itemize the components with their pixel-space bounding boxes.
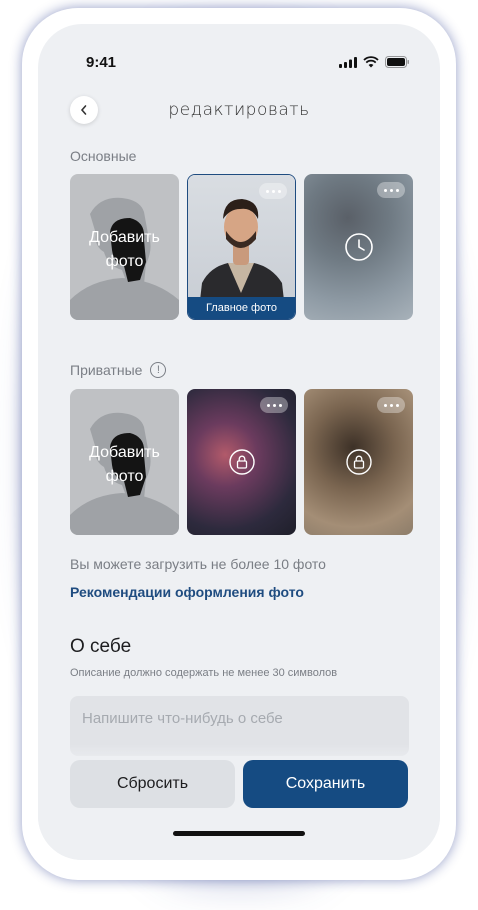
page-title: редактировать bbox=[168, 100, 310, 120]
header: редактировать bbox=[38, 94, 440, 134]
about-hint: Описание должно содержать не менее 30 си… bbox=[70, 667, 338, 679]
clock-icon bbox=[344, 233, 373, 261]
signal-icon bbox=[339, 56, 357, 68]
main-photo-badge: Главное фото bbox=[188, 297, 295, 319]
main-section-title: Основные bbox=[70, 148, 137, 164]
add-photo-label: Добавить фото bbox=[89, 229, 160, 270]
lock-icon bbox=[345, 449, 372, 475]
bottom-action-bar: Сбросить Сохранить bbox=[38, 744, 440, 860]
main-section-label: Основные bbox=[70, 148, 136, 164]
status-icons bbox=[339, 56, 410, 68]
private-photo-1-more-button[interactable] bbox=[260, 397, 288, 413]
add-main-photo-tile[interactable]: Добавить фото bbox=[70, 174, 179, 320]
pending-photo-more-button[interactable] bbox=[377, 182, 405, 198]
reset-button[interactable]: Сбросить bbox=[70, 760, 235, 808]
private-photos-row: Добавить фото bbox=[70, 389, 413, 535]
main-photos-row: Добавить фото Главное фото bbox=[70, 174, 413, 320]
save-button[interactable]: Сохранить bbox=[243, 760, 408, 808]
status-time: 9:41 bbox=[86, 54, 117, 71]
photo-limit-text: Вы можете загрузить не более 10 фото bbox=[70, 556, 326, 572]
info-icon[interactable]: ! bbox=[150, 362, 167, 378]
battery-icon bbox=[385, 56, 409, 68]
private-section-label: Приватные ! bbox=[70, 362, 167, 378]
lock-icon bbox=[228, 449, 255, 475]
private-section-title: Приватные bbox=[70, 362, 143, 378]
app-screen: 9:41 редактировать Основные Добавить фот… bbox=[38, 24, 440, 860]
private-photo-tile-2[interactable] bbox=[304, 389, 413, 535]
pending-photo-tile[interactable] bbox=[304, 174, 413, 320]
add-private-photo-tile[interactable]: Добавить фото bbox=[70, 389, 179, 535]
main-photo-more-button[interactable] bbox=[259, 183, 287, 199]
wifi-icon bbox=[363, 56, 379, 68]
add-photo-label: Добавить фото bbox=[89, 444, 160, 485]
private-photo-2-more-button[interactable] bbox=[377, 397, 405, 413]
home-indicator bbox=[173, 831, 305, 836]
about-title: О себе bbox=[70, 636, 132, 657]
main-photo-tile[interactable]: Главное фото bbox=[187, 174, 296, 320]
private-photo-tile-1[interactable] bbox=[187, 389, 296, 535]
status-bar: 9:41 bbox=[38, 24, 440, 96]
photo-recommendations-link[interactable]: Рекомендации оформления фото bbox=[70, 584, 304, 600]
